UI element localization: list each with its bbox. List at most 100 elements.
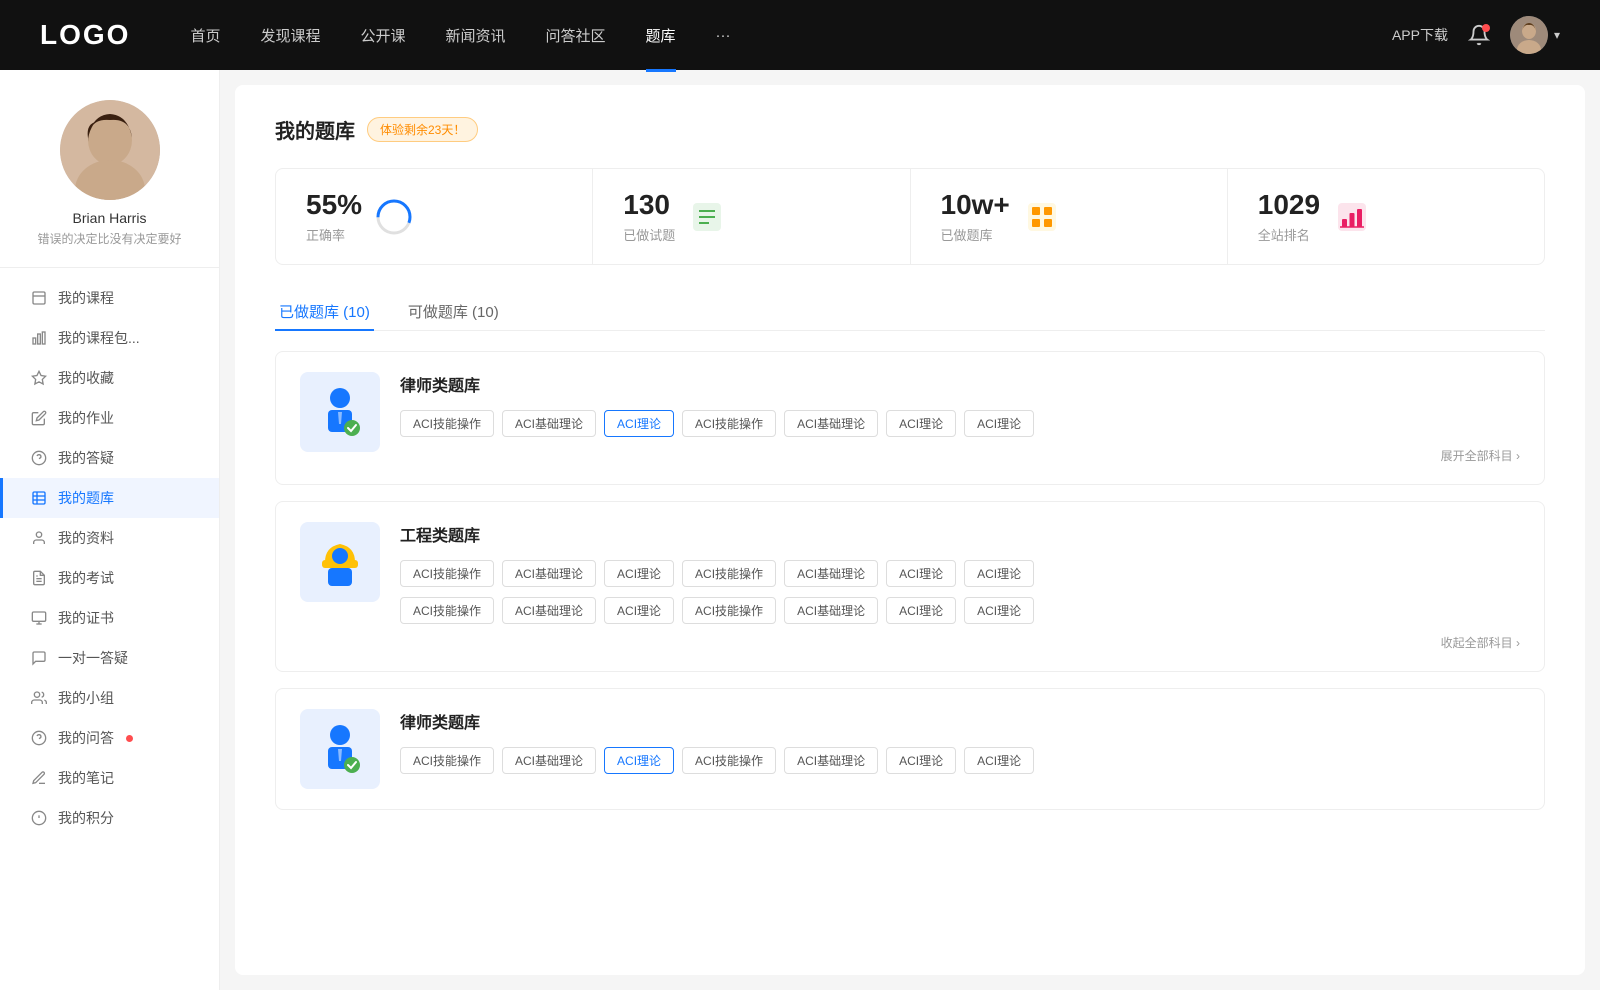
page-title: 我的题库 <box>275 115 355 144</box>
tag[interactable]: ACI理论 <box>964 560 1034 587</box>
stat-questions-value: 130 <box>623 189 675 221</box>
logo: LOGO <box>40 19 130 51</box>
lawyer-icon-wrap-2 <box>300 709 380 789</box>
sidebar-item-favorites[interactable]: 我的收藏 <box>0 358 219 398</box>
sidebar-item-label: 我的问答 <box>58 728 114 748</box>
tag[interactable]: ACI基础理论 <box>502 747 596 774</box>
sidebar-item-label: 我的题库 <box>58 488 114 508</box>
avatar <box>1510 16 1548 54</box>
bank-card-lawyer-2: 律师类题库 ACI技能操作 ACI基础理论 ACI理论 ACI技能操作 ACI基… <box>275 688 1545 810</box>
nav-question-bank[interactable]: 题库 <box>646 21 676 50</box>
profile-avatar <box>60 100 160 200</box>
trial-badge: 体验剩余23天！ <box>367 117 478 142</box>
sidebar-item-label: 我的作业 <box>58 408 114 428</box>
tag[interactable]: ACI基础理论 <box>784 747 878 774</box>
notification-bell[interactable] <box>1468 24 1490 46</box>
sidebar-item-certificate[interactable]: 我的证书 <box>0 598 219 638</box>
nav-section: 我的课程 我的课程包... 我的收藏 我的作业 <box>0 268 219 848</box>
sidebar-item-profile[interactable]: 我的资料 <box>0 518 219 558</box>
tag[interactable]: ACI技能操作 <box>400 410 494 437</box>
profile-name: Brian Harris <box>73 210 147 226</box>
lawyer-icon-wrap <box>300 372 380 452</box>
tag[interactable]: ACI技能操作 <box>682 410 776 437</box>
stat-banks-done: 10w+ 已做题库 <box>911 169 1228 264</box>
sidebar-item-question-bank[interactable]: 我的题库 <box>0 478 219 518</box>
chat-icon <box>30 649 48 667</box>
nav-discover[interactable]: 发现课程 <box>260 21 320 50</box>
tag[interactable]: ACI基础理论 <box>502 560 596 587</box>
tag[interactable]: ACI技能操作 <box>400 560 494 587</box>
sidebar-item-notes[interactable]: 我的笔记 <box>0 758 219 798</box>
bank-card-lawyer-1: 律师类题库 ACI技能操作 ACI基础理论 ACI理论 ACI技能操作 ACI基… <box>275 351 1545 485</box>
tag[interactable]: ACI技能操作 <box>682 560 776 587</box>
sidebar-item-label: 我的收藏 <box>58 368 114 388</box>
bank-body-engineer: 工程类题库 ACI技能操作 ACI基础理论 ACI理论 ACI技能操作 ACI基… <box>400 522 1520 651</box>
stat-banks-label: 已做题库 <box>941 225 1010 244</box>
tag[interactable]: ACI理论 <box>886 747 956 774</box>
file-icon <box>30 289 48 307</box>
tag[interactable]: ACI理论 <box>886 560 956 587</box>
tag-highlighted[interactable]: ACI理论 <box>604 747 674 774</box>
tag[interactable]: ACI理论 <box>886 410 956 437</box>
tags-row-lawyer-1: ACI技能操作 ACI基础理论 ACI理论 ACI技能操作 ACI基础理论 AC… <box>400 410 1520 437</box>
sidebar-item-my-courses[interactable]: 我的课程 <box>0 278 219 318</box>
collapse-link-engineer[interactable]: 收起全部科目 › <box>400 634 1520 651</box>
nav-links: 首页 发现课程 公开课 新闻资讯 问答社区 题库 ··· <box>190 21 1392 50</box>
tag[interactable]: ACI理论 <box>964 747 1034 774</box>
stat-ranking-value: 1029 <box>1258 189 1320 221</box>
tag[interactable]: ACI技能操作 <box>400 747 494 774</box>
sidebar-item-my-qa[interactable]: 我的问答 <box>0 718 219 758</box>
tag[interactable]: ACI基础理论 <box>502 410 596 437</box>
sidebar-item-label: 我的课程 <box>58 288 114 308</box>
sidebar-item-qa[interactable]: 我的答疑 <box>0 438 219 478</box>
tag[interactable]: ACI理论 <box>604 597 674 624</box>
stat-accuracy-value: 55% <box>306 189 362 221</box>
person-icon <box>30 529 48 547</box>
cert-icon <box>30 609 48 627</box>
sidebar-item-exam[interactable]: 我的考试 <box>0 558 219 598</box>
sidebar-item-course-package[interactable]: 我的课程包... <box>0 318 219 358</box>
nav-more[interactable]: ··· <box>716 23 731 48</box>
bank-body-lawyer-1: 律师类题库 ACI技能操作 ACI基础理论 ACI理论 ACI技能操作 ACI基… <box>400 372 1520 464</box>
tag[interactable]: ACI技能操作 <box>400 597 494 624</box>
profile-slogan: 错误的决定比没有决定要好 <box>27 230 191 247</box>
nav-open-course[interactable]: 公开课 <box>360 21 405 50</box>
nav-qa[interactable]: 问答社区 <box>546 21 606 50</box>
tags-row-lawyer-2: ACI技能操作 ACI基础理论 ACI理论 ACI技能操作 ACI基础理论 AC… <box>400 747 1520 774</box>
unread-dot <box>126 735 133 742</box>
tag[interactable]: ACI基础理论 <box>784 410 878 437</box>
tags-row-engineer-2: ACI技能操作 ACI基础理论 ACI理论 ACI技能操作 ACI基础理论 AC… <box>400 597 1520 624</box>
tab-available-banks[interactable]: 可做题库 (10) <box>404 293 503 330</box>
nav-news[interactable]: 新闻资讯 <box>446 21 506 50</box>
tag[interactable]: ACI理论 <box>886 597 956 624</box>
tag[interactable]: ACI技能操作 <box>682 747 776 774</box>
tag[interactable]: ACI技能操作 <box>682 597 776 624</box>
tag[interactable]: ACI理论 <box>604 560 674 587</box>
tag-highlighted[interactable]: ACI理论 <box>604 410 674 437</box>
tabs-row: 已做题库 (10) 可做题库 (10) <box>275 293 1545 331</box>
tag[interactable]: ACI理论 <box>964 597 1034 624</box>
sidebar-item-points[interactable]: 我的积分 <box>0 798 219 838</box>
tag[interactable]: ACI基础理论 <box>784 597 878 624</box>
group-icon <box>30 689 48 707</box>
topnav: LOGO 首页 发现课程 公开课 新闻资讯 问答社区 题库 ··· APP下载 <box>0 0 1600 70</box>
expand-link-lawyer-1[interactable]: 展开全部科目 › <box>400 447 1520 464</box>
sidebar-item-label: 我的答疑 <box>58 448 114 468</box>
stat-accuracy: 55% 正确率 <box>276 169 593 264</box>
tag[interactable]: ACI基础理论 <box>784 560 878 587</box>
nav-home[interactable]: 首页 <box>190 21 220 50</box>
page-title-row: 我的题库 体验剩余23天！ <box>275 115 1545 144</box>
tab-done-banks[interactable]: 已做题库 (10) <box>275 293 374 330</box>
sidebar-item-homework[interactable]: 我的作业 <box>0 398 219 438</box>
sidebar-item-label: 我的笔记 <box>58 768 114 788</box>
stats-row: 55% 正确率 130 已做试题 <box>275 168 1545 265</box>
sidebar-item-tutor[interactable]: 一对一答疑 <box>0 638 219 678</box>
user-avatar-button[interactable]: ▾ <box>1510 16 1560 54</box>
bank-card-engineer: 工程类题库 ACI技能操作 ACI基础理论 ACI理论 ACI技能操作 ACI基… <box>275 501 1545 672</box>
doc-icon <box>30 569 48 587</box>
app-download-button[interactable]: APP下载 <box>1392 25 1448 45</box>
tag[interactable]: ACI基础理论 <box>502 597 596 624</box>
tag[interactable]: ACI理论 <box>964 410 1034 437</box>
sidebar-item-group[interactable]: 我的小组 <box>0 678 219 718</box>
bank-title-engineer: 工程类题库 <box>400 522 1520 546</box>
